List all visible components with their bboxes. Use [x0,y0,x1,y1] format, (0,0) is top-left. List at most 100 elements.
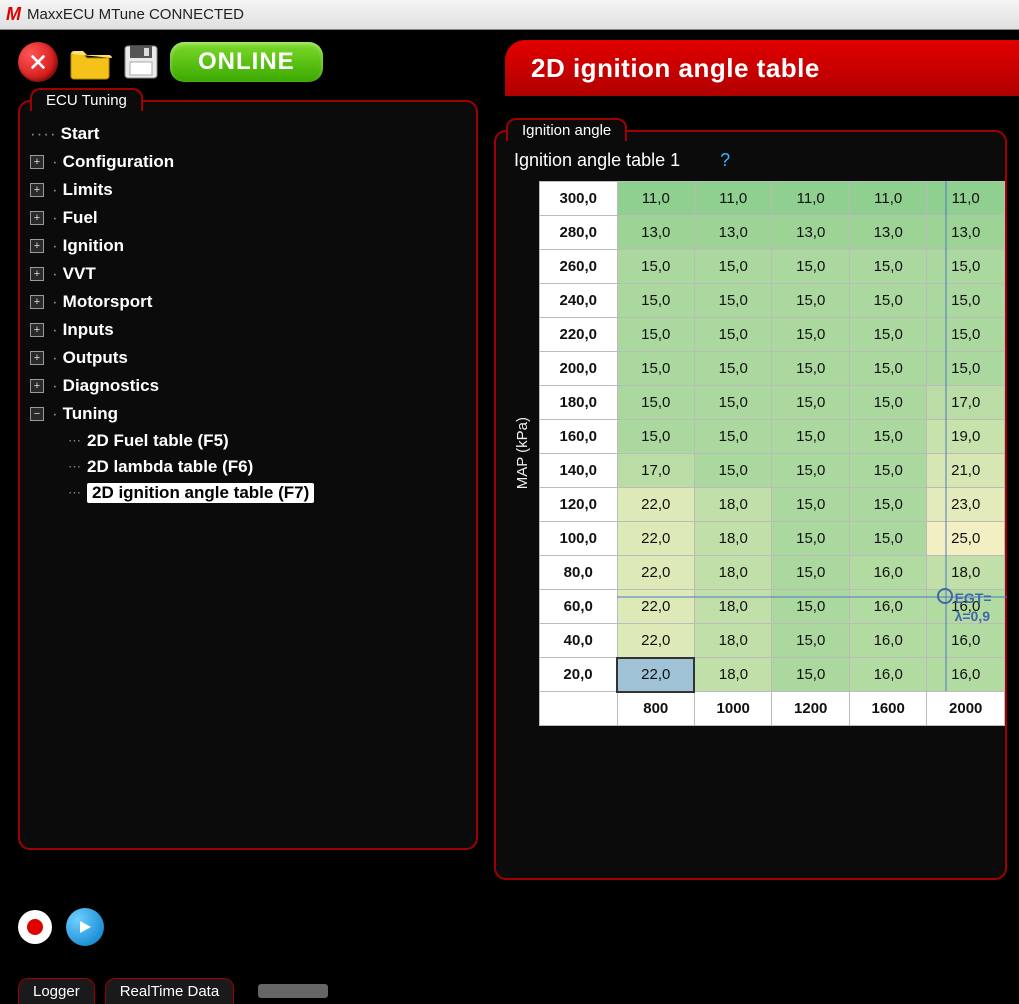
map-cell[interactable]: 15,0 [849,352,926,386]
map-cell[interactable]: 13,0 [617,216,694,250]
map-cell[interactable]: 11,0 [849,182,926,216]
tree-leaf-2d-lambda-table-f6-[interactable]: ⋯2D lambda table (F6) [68,454,466,480]
map-cell[interactable]: 15,0 [772,250,849,284]
map-cell[interactable]: 25,0 [927,522,1005,556]
map-cell[interactable]: 15,0 [849,386,926,420]
record-button[interactable] [18,910,52,944]
map-cell[interactable]: 13,0 [772,216,849,250]
map-cell[interactable]: 15,0 [694,284,771,318]
map-cell[interactable]: 15,0 [694,420,771,454]
collapse-icon[interactable]: − [30,407,44,421]
map-cell[interactable]: 16,0 [849,658,926,692]
map-cell[interactable]: 22,0 [617,590,694,624]
map-cell[interactable]: 15,0 [849,488,926,522]
map-cell[interactable]: 15,0 [927,318,1005,352]
map-cell[interactable]: 15,0 [849,522,926,556]
map-cell[interactable]: 22,0 [617,658,694,692]
map-cell[interactable]: 15,0 [694,454,771,488]
map-cell[interactable]: 22,0 [617,556,694,590]
save-button[interactable] [122,43,160,81]
content-tab[interactable]: Ignition angle [506,118,627,141]
map-cell[interactable]: 15,0 [772,556,849,590]
map-cell[interactable]: 17,0 [617,454,694,488]
expand-icon[interactable]: + [30,211,44,225]
ignition-map-table[interactable]: 300,011,011,011,011,011,0280,013,013,013… [539,181,1005,726]
map-cell[interactable]: 11,0 [927,182,1005,216]
tree-item-diagnostics[interactable]: +·Diagnostics [30,372,466,400]
map-cell[interactable]: 13,0 [927,216,1005,250]
map-cell[interactable]: 18,0 [694,658,771,692]
tree-item-ignition[interactable]: +·Ignition [30,232,466,260]
tree-item-tuning[interactable]: −·Tuning [30,400,466,428]
map-cell[interactable]: 15,0 [694,318,771,352]
tree-item-limits[interactable]: +·Limits [30,176,466,204]
map-cell[interactable]: 23,0 [927,488,1005,522]
map-cell[interactable]: 15,0 [617,420,694,454]
map-cell[interactable]: 15,0 [772,284,849,318]
tree-item-start[interactable]: ····Start [30,120,466,148]
map-cell[interactable]: 13,0 [849,216,926,250]
map-cell[interactable]: 18,0 [694,522,771,556]
map-cell[interactable]: 15,0 [617,318,694,352]
map-cell[interactable]: 16,0 [927,624,1005,658]
map-cell[interactable]: 15,0 [772,318,849,352]
map-cell[interactable]: 18,0 [694,556,771,590]
map-cell[interactable]: 15,0 [772,590,849,624]
close-button[interactable] [18,42,58,82]
tree-item-motorsport[interactable]: +·Motorsport [30,288,466,316]
map-cell[interactable]: 19,0 [927,420,1005,454]
map-cell[interactable]: 15,0 [772,352,849,386]
expand-icon[interactable]: + [30,183,44,197]
open-button[interactable] [68,44,112,80]
map-cell[interactable]: 15,0 [927,250,1005,284]
expand-icon[interactable]: + [30,323,44,337]
map-cell[interactable]: 15,0 [849,420,926,454]
tree-item-outputs[interactable]: +·Outputs [30,344,466,372]
tab-logger[interactable]: Logger [18,978,95,1004]
play-button[interactable] [66,908,104,946]
map-cell[interactable]: 15,0 [849,284,926,318]
map-cell[interactable]: 18,0 [927,556,1005,590]
map-cell[interactable]: 15,0 [849,250,926,284]
map-cell[interactable]: 13,0 [694,216,771,250]
tree-item-inputs[interactable]: +·Inputs [30,316,466,344]
map-cell[interactable]: 16,0 [927,658,1005,692]
map-cell[interactable]: 15,0 [694,250,771,284]
tab-realtime[interactable]: RealTime Data [105,978,234,1004]
map-cell[interactable]: 17,0 [927,386,1005,420]
map-cell[interactable]: 15,0 [772,624,849,658]
map-cell[interactable]: 22,0 [617,488,694,522]
help-button[interactable]: ? [720,150,730,171]
map-cell[interactable]: 21,0 [927,454,1005,488]
map-cell[interactable]: 16,0 [849,556,926,590]
map-cell[interactable]: 16,0 [849,590,926,624]
tree-leaf-2d-ignition-angle-table-f7-[interactable]: ⋯2D ignition angle table (F7) [68,480,466,506]
map-cell[interactable]: 22,0 [617,522,694,556]
map-cell[interactable]: 15,0 [927,352,1005,386]
map-cell[interactable]: 18,0 [694,488,771,522]
map-cell[interactable]: 18,0 [694,590,771,624]
tree-leaf-2d-fuel-table-f5-[interactable]: ⋯2D Fuel table (F5) [68,428,466,454]
map-cell[interactable]: 15,0 [849,318,926,352]
map-cell[interactable]: 15,0 [927,284,1005,318]
tree-item-vvt[interactable]: +·VVT [30,260,466,288]
map-cell[interactable]: 15,0 [772,454,849,488]
map-cell[interactable]: 15,0 [772,658,849,692]
map-cell[interactable]: 15,0 [772,386,849,420]
map-cell[interactable]: 11,0 [617,182,694,216]
map-cell[interactable]: 16,0 [849,624,926,658]
zoom-slider[interactable] [258,984,328,998]
expand-icon[interactable]: + [30,267,44,281]
map-cell[interactable]: 15,0 [617,250,694,284]
expand-icon[interactable]: + [30,351,44,365]
map-cell[interactable]: 15,0 [772,488,849,522]
map-cell[interactable]: 11,0 [694,182,771,216]
map-cell[interactable]: 15,0 [617,352,694,386]
map-cell[interactable]: 15,0 [617,386,694,420]
map-cell[interactable]: 15,0 [617,284,694,318]
expand-icon[interactable]: + [30,155,44,169]
map-cell[interactable]: 22,0 [617,624,694,658]
map-cell[interactable]: 15,0 [772,522,849,556]
expand-icon[interactable]: + [30,239,44,253]
tree-item-configuration[interactable]: +·Configuration [30,148,466,176]
